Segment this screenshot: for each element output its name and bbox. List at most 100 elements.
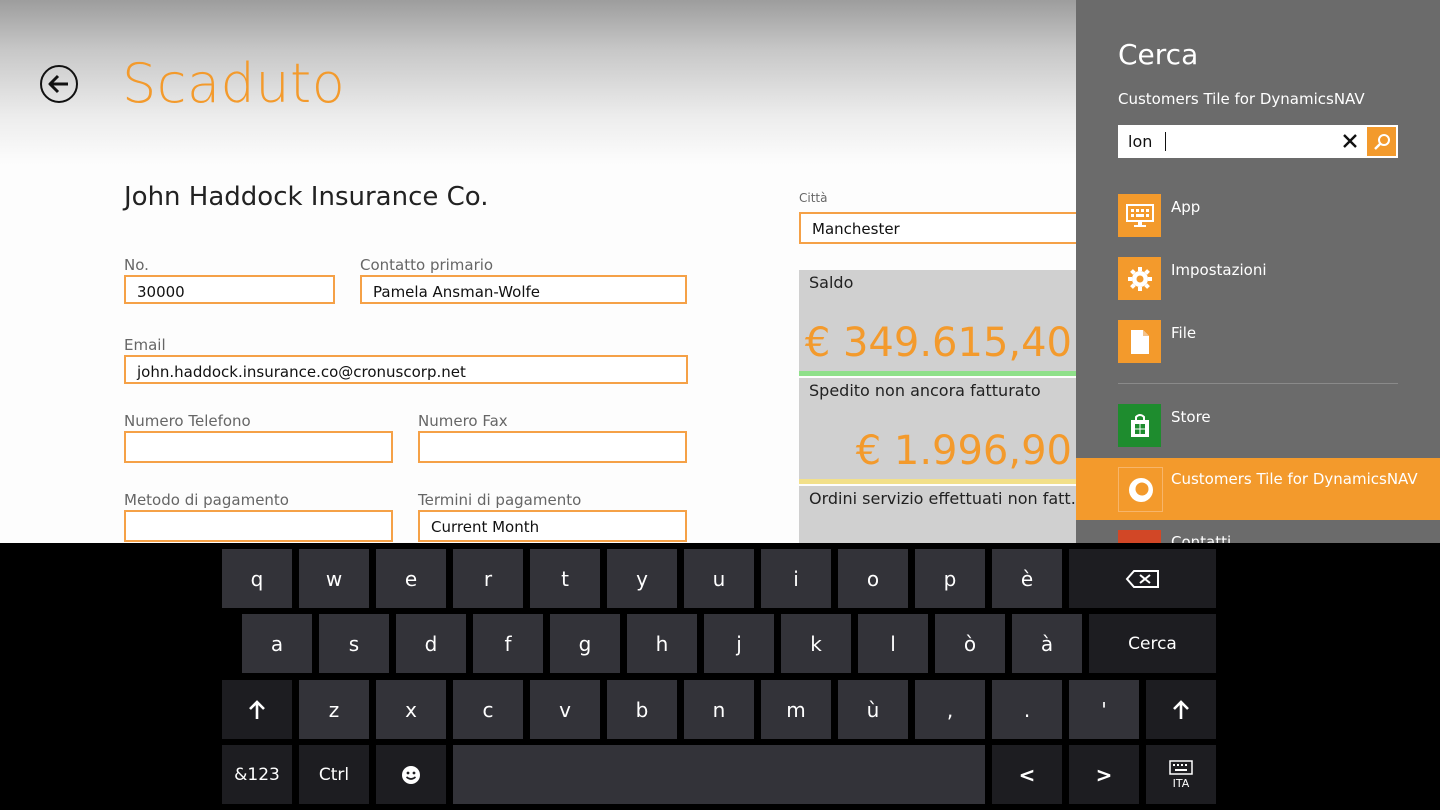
- key-row2-8[interactable]: l: [858, 614, 928, 673]
- key-row1-2[interactable]: e: [376, 549, 446, 608]
- keyboard-icon: [1169, 759, 1193, 775]
- close-icon: [1343, 134, 1357, 148]
- keyboard-language-key[interactable]: ITA: [1146, 745, 1216, 804]
- tile-title: Saldo: [809, 273, 854, 292]
- shift-right-key[interactable]: [1146, 680, 1216, 739]
- key-row1-1[interactable]: w: [299, 549, 369, 608]
- search-key[interactable]: Cerca: [1089, 614, 1216, 673]
- key-row1-6[interactable]: u: [684, 549, 754, 608]
- store-icon: [1118, 404, 1161, 447]
- shift-arrow-icon: [1173, 699, 1189, 719]
- search-query: lon: [1128, 132, 1153, 151]
- email-label: Email: [124, 336, 166, 354]
- key-row1-5[interactable]: y: [607, 549, 677, 608]
- key-row2-10[interactable]: à: [1012, 614, 1082, 673]
- key-row3-8[interactable]: ,: [915, 680, 985, 739]
- divider: [1118, 383, 1398, 384]
- key-row2-5[interactable]: h: [627, 614, 697, 673]
- tile-title: Ordini servizio effettuati non fatt.: [809, 489, 1076, 508]
- search-scope[interactable]: Customers Tile for DynamicsNAV: [1118, 90, 1365, 108]
- key-row3-6[interactable]: m: [761, 680, 831, 739]
- no-label: No.: [124, 256, 149, 274]
- search-input[interactable]: lon: [1118, 125, 1398, 158]
- key-row1-9[interactable]: p: [915, 549, 985, 608]
- key-row2-3[interactable]: f: [473, 614, 543, 673]
- phone-label: Numero Telefono: [124, 412, 251, 430]
- search-panel-title: Cerca: [1118, 38, 1199, 71]
- balance-tile[interactable]: Saldo € 349.615,40: [799, 270, 1076, 376]
- contact-label: Contatto primario: [360, 256, 494, 274]
- city-label: Città: [799, 191, 828, 205]
- key-row1-3[interactable]: r: [453, 549, 523, 608]
- fax-label: Numero Fax: [418, 412, 508, 430]
- backspace-key[interactable]: [1069, 549, 1216, 608]
- key-row1-8[interactable]: o: [838, 549, 908, 608]
- key-row2-4[interactable]: g: [550, 614, 620, 673]
- key-row2-0[interactable]: a: [242, 614, 312, 673]
- tile-value: € 1.996,90: [855, 428, 1072, 474]
- emoji-key[interactable]: [376, 745, 446, 804]
- space-key[interactable]: [453, 745, 985, 804]
- email-field[interactable]: john.haddock.insurance.co@cronuscorp.net: [124, 355, 688, 384]
- search-target-customers-tile[interactable]: Customers Tile for DynamicsNAV: [1076, 458, 1440, 520]
- tile-status-bar: [799, 479, 1076, 484]
- payment-method-label: Metodo di pagamento: [124, 491, 289, 509]
- shift-left-key[interactable]: [222, 680, 292, 739]
- keyboard-monitor-icon: [1118, 194, 1161, 237]
- ctrl-key[interactable]: Ctrl: [299, 745, 369, 804]
- contacts-icon: [1118, 530, 1161, 543]
- no-field[interactable]: 30000: [124, 275, 335, 304]
- key-row3-3[interactable]: v: [530, 680, 600, 739]
- key-row3-9[interactable]: .: [992, 680, 1062, 739]
- key-row3-5[interactable]: n: [684, 680, 754, 739]
- key-row1-0[interactable]: q: [222, 549, 292, 608]
- text-caret: [1165, 132, 1166, 151]
- app-ring-icon: [1118, 467, 1163, 512]
- page-title: Scaduto: [122, 52, 346, 115]
- search-target-settings[interactable]: Impostazioni: [1118, 257, 1438, 301]
- key-row3-4[interactable]: b: [607, 680, 677, 739]
- cursor-right-key[interactable]: >: [1069, 745, 1139, 804]
- search-target-label: App: [1171, 198, 1201, 216]
- key-row2-7[interactable]: k: [781, 614, 851, 673]
- payment-method-field[interactable]: [124, 510, 393, 542]
- city-field[interactable]: Manchester: [799, 212, 1076, 244]
- key-row1-4[interactable]: t: [530, 549, 600, 608]
- cursor-left-key[interactable]: <: [992, 745, 1062, 804]
- key-row1-7[interactable]: i: [761, 549, 831, 608]
- payment-terms-field[interactable]: Current Month: [418, 510, 687, 542]
- key-row2-6[interactable]: j: [704, 614, 774, 673]
- search-target-files[interactable]: File: [1118, 320, 1438, 364]
- search-target-app[interactable]: App: [1118, 194, 1438, 238]
- chevron-right-icon: >: [1095, 762, 1113, 787]
- search-target-contacts[interactable]: Contatti: [1118, 530, 1438, 543]
- contact-field[interactable]: Pamela Ansman-Wolfe: [360, 275, 687, 304]
- key-row3-2[interactable]: c: [453, 680, 523, 739]
- key-row3-0[interactable]: z: [299, 680, 369, 739]
- key-row2-9[interactable]: ò: [935, 614, 1005, 673]
- search-target-label: Store: [1171, 408, 1211, 426]
- key-row3-7[interactable]: ù: [838, 680, 908, 739]
- clear-search-button[interactable]: [1338, 128, 1362, 154]
- numbers-key[interactable]: &123: [222, 745, 292, 804]
- customer-name: John Haddock Insurance Co.: [124, 182, 489, 212]
- key-row3-10[interactable]: ': [1069, 680, 1139, 739]
- back-button[interactable]: [40, 65, 78, 103]
- service-orders-tile[interactable]: Ordini servizio effettuati non fatt.: [799, 486, 1076, 543]
- search-submit-button[interactable]: [1367, 127, 1396, 156]
- app-area: Scaduto John Haddock Insurance Co. No. 3…: [0, 0, 1076, 543]
- key-row3-1[interactable]: x: [376, 680, 446, 739]
- fax-field[interactable]: [418, 431, 687, 463]
- tile-status-bar: [799, 371, 1076, 376]
- touch-keyboard: qwertyuiopè asdfghjklòà z x c v b n m ù,. ' Cerc…: [0, 543, 1440, 810]
- search-target-store[interactable]: Store: [1118, 404, 1438, 448]
- search-target-label: File: [1171, 324, 1197, 342]
- key-row1-10[interactable]: è: [992, 549, 1062, 608]
- phone-field[interactable]: [124, 431, 393, 463]
- key-row2-2[interactable]: d: [396, 614, 466, 673]
- gear-icon: [1118, 257, 1161, 300]
- shift-arrow-icon: [249, 699, 265, 719]
- key-row2-1[interactable]: s: [319, 614, 389, 673]
- shipped-not-invoiced-tile[interactable]: Spedito non ancora fatturato € 1.996,90: [799, 378, 1076, 484]
- payment-terms-label: Termini di pagamento: [418, 491, 582, 509]
